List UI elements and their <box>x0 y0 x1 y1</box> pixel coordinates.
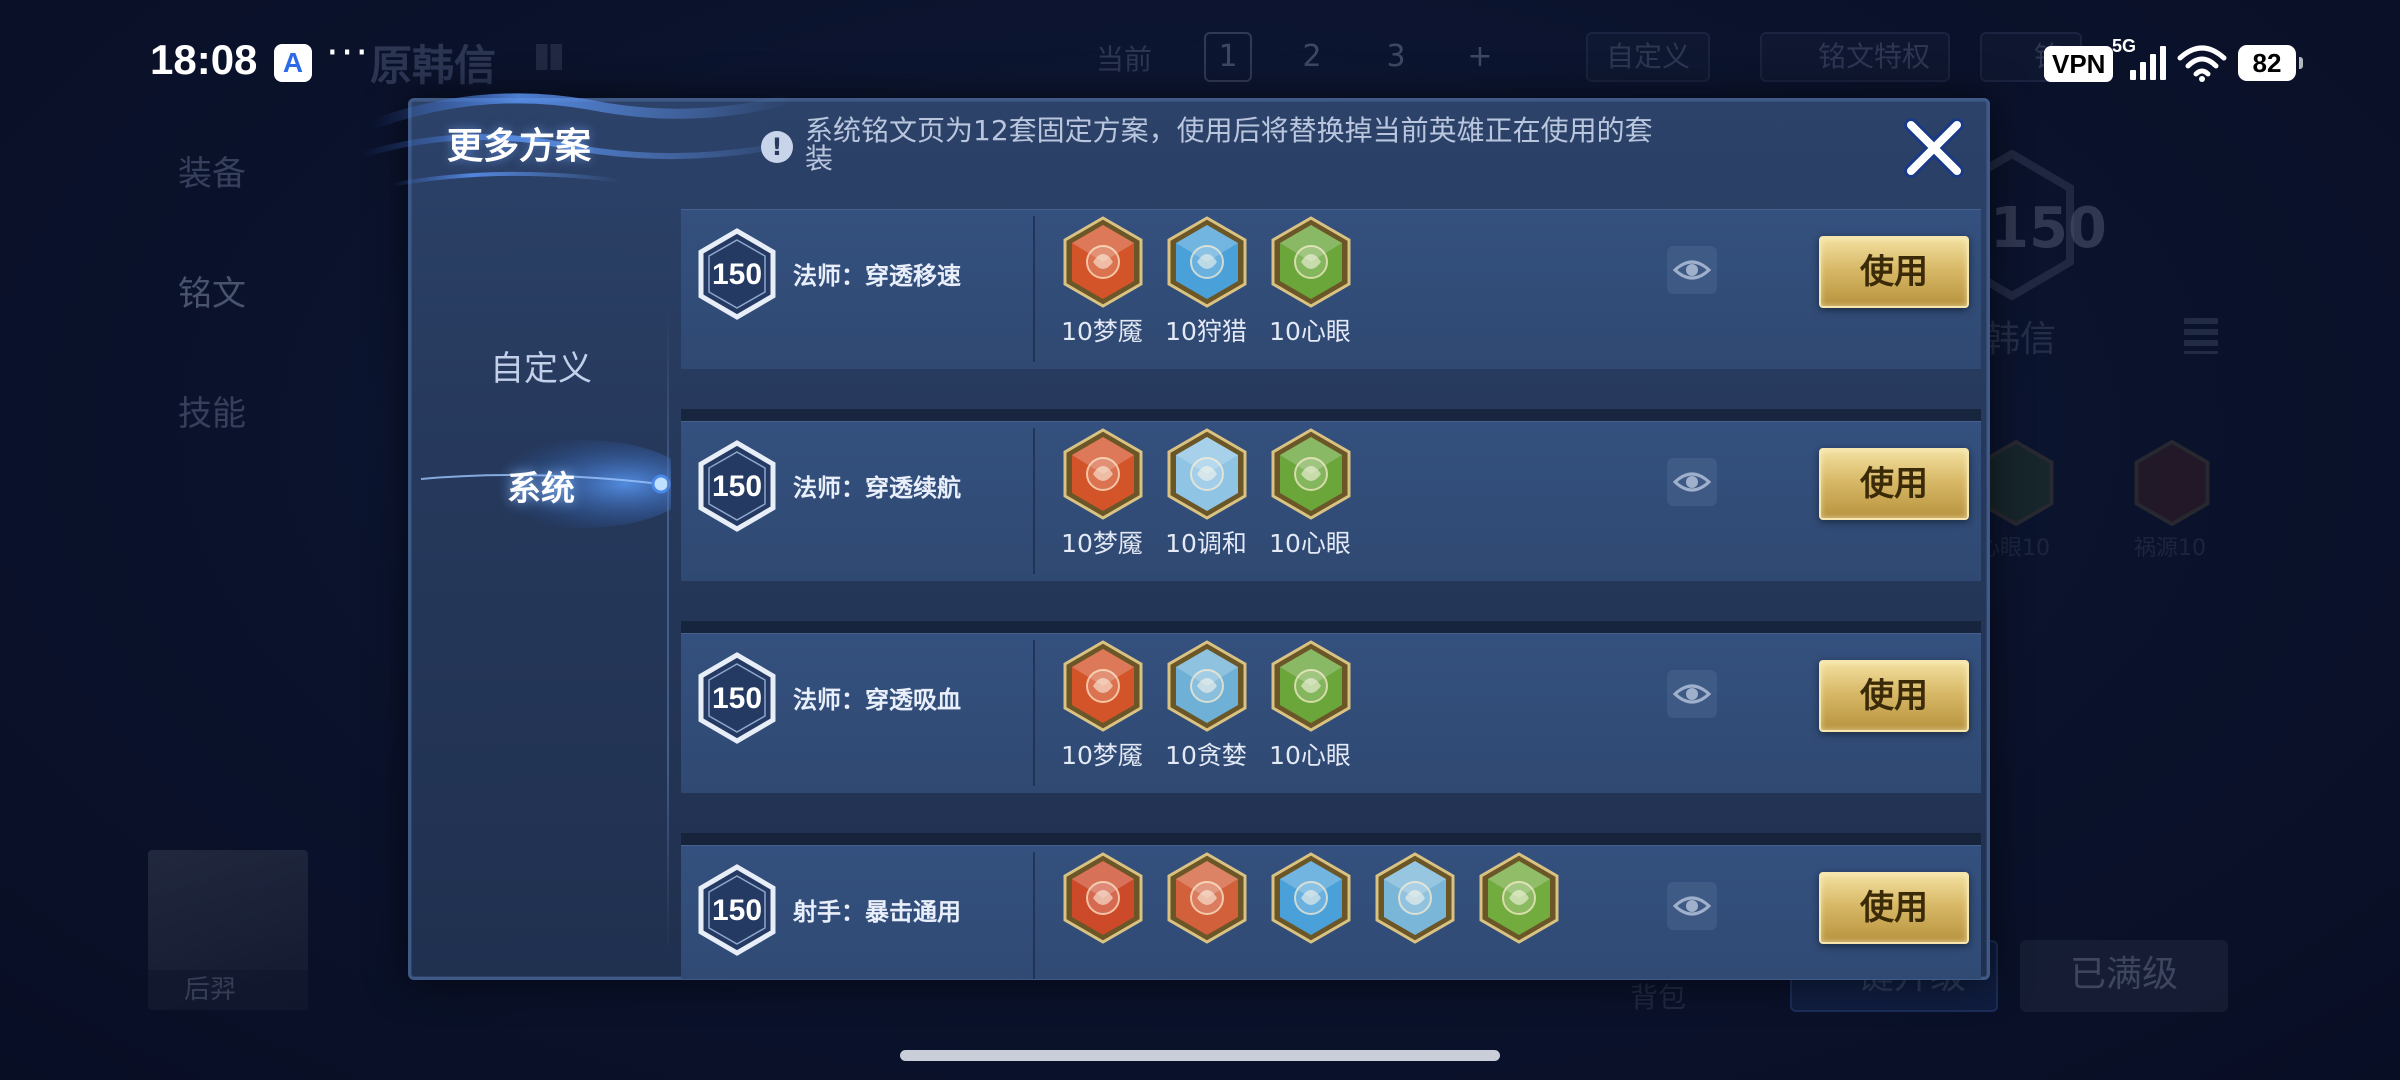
preview-eye-icon[interactable] <box>1667 246 1717 294</box>
sidebar-divider <box>667 311 669 951</box>
rune-icon <box>1063 428 1143 520</box>
rune-label: 10梦魇 <box>1061 317 1143 346</box>
rune-icon <box>1479 852 1559 944</box>
tab-system[interactable]: 系统 <box>411 449 671 529</box>
use-button[interactable]: 使用 <box>1819 448 1969 520</box>
battery-indicator: 82 <box>2238 45 2303 81</box>
level-text: 150 <box>712 894 762 927</box>
rune-icon <box>1271 640 1351 732</box>
plan-row: 150 法师：穿透移速 10梦魇 10狩猎 10心眼 使用 <box>681 209 1981 369</box>
rune-icon <box>1063 852 1143 944</box>
preview-eye-icon[interactable] <box>1667 458 1717 506</box>
level-hex-icon: 150 <box>698 228 776 320</box>
rune-item[interactable] <box>1057 852 1147 972</box>
plan-name: 射手：暴击通用 <box>793 898 961 926</box>
level-text: 150 <box>712 470 762 503</box>
rune-item[interactable]: 10调和 <box>1161 428 1251 558</box>
sidebar: 自定义 系统 <box>411 201 671 971</box>
plan-name: 法师：穿透移速 <box>793 262 961 290</box>
rune-label: 10梦魇 <box>1061 529 1143 558</box>
vpn-badge: VPN <box>2044 46 2114 82</box>
rune-icon <box>1063 640 1143 732</box>
rune-item[interactable] <box>1161 852 1251 972</box>
use-button[interactable]: 使用 <box>1819 872 1969 944</box>
rune-label: 10调和 <box>1165 529 1247 558</box>
rune-item[interactable]: 10贪婪 <box>1161 640 1251 770</box>
more-dots-icon: ··· <box>326 30 371 76</box>
row-separator <box>681 409 1981 421</box>
row-divider <box>1033 852 1035 979</box>
app-badge-icon: A <box>274 44 312 82</box>
rune-icon <box>1167 852 1247 944</box>
plan-name: 法师：穿透吸血 <box>793 686 961 714</box>
rune-label: 10梦魇 <box>1061 741 1143 770</box>
rune-label: 10贪婪 <box>1165 741 1247 770</box>
plan-row: 150 法师：穿透吸血 10梦魇 10贪婪 10心眼 使用 <box>681 633 1981 793</box>
close-button[interactable] <box>1901 115 1967 181</box>
row-separator <box>681 833 1981 845</box>
rune-icon <box>1271 216 1351 308</box>
rune-icon <box>1167 640 1247 732</box>
more-plans-modal: 更多方案 ! 系统铭文页为12套固定方案，使用后将替换掉当前英雄正在使用的套装 … <box>361 93 1990 980</box>
plan-name: 法师：穿透续航 <box>793 474 961 502</box>
preview-eye-icon[interactable] <box>1667 882 1717 930</box>
row-separator <box>681 621 1981 633</box>
modal-header: 更多方案 ! 系统铭文页为12套固定方案，使用后将替换掉当前英雄正在使用的套装 <box>361 93 1987 193</box>
wifi-icon <box>2177 45 2227 82</box>
rune-label: 10心眼 <box>1269 529 1351 558</box>
use-button[interactable]: 使用 <box>1819 236 1969 308</box>
rune-item[interactable]: 10梦魇 <box>1057 640 1147 770</box>
status-bar: 18:08 A ··· VPN 5G 82 <box>0 0 2400 110</box>
rune-item[interactable]: 10狩猎 <box>1161 216 1251 346</box>
rune-item[interactable] <box>1369 852 1459 972</box>
rune-item[interactable]: 10心眼 <box>1265 428 1355 558</box>
use-button[interactable]: 使用 <box>1819 660 1969 732</box>
rune-item[interactable]: 10心眼 <box>1265 216 1355 346</box>
tab-custom[interactable]: 自定义 <box>411 329 671 409</box>
rune-icon <box>1167 216 1247 308</box>
plan-row: 150 法师：穿透续航 10梦魇 10调和 10心眼 使用 <box>681 421 1981 581</box>
rune-icon <box>1167 428 1247 520</box>
level-text: 150 <box>712 258 762 291</box>
plan-row: 150 射手：暴击通用 使用 <box>681 845 1981 979</box>
home-indicator[interactable] <box>900 1050 1500 1061</box>
level-hex-icon: 150 <box>698 864 776 956</box>
level-text: 150 <box>712 682 762 715</box>
rune-icon <box>1271 428 1351 520</box>
rune-item[interactable]: 10心眼 <box>1265 640 1355 770</box>
row-divider <box>1033 216 1035 362</box>
rune-item[interactable]: 10梦魇 <box>1057 428 1147 558</box>
modal-title: 更多方案 <box>447 126 592 167</box>
level-hex-icon: 150 <box>698 652 776 744</box>
plan-list[interactable]: 150 法师：穿透移速 10梦魇 10狩猎 10心眼 使用 150 法师：穿透续航 10梦魇 10… <box>681 209 1981 979</box>
notice-text: 系统铭文页为12套固定方案，使用后将替换掉当前英雄正在使用的套装 <box>805 114 1653 175</box>
status-time: 18:08 <box>150 36 258 83</box>
rune-label: 10狩猎 <box>1165 317 1247 346</box>
rune-icon <box>1271 852 1351 944</box>
rune-item[interactable]: 10梦魇 <box>1057 216 1147 346</box>
row-divider <box>1033 428 1035 574</box>
rune-label: 10心眼 <box>1269 741 1351 770</box>
preview-eye-icon[interactable] <box>1667 670 1717 718</box>
rune-item[interactable] <box>1265 852 1355 972</box>
rune-label: 10心眼 <box>1269 317 1351 346</box>
rune-icon <box>1375 852 1455 944</box>
rune-item[interactable] <box>1473 852 1563 972</box>
level-hex-icon: 150 <box>698 440 776 532</box>
info-icon: ! <box>761 131 793 163</box>
rune-icon <box>1063 216 1143 308</box>
signal-icon <box>2130 46 2166 80</box>
row-divider <box>1033 640 1035 786</box>
